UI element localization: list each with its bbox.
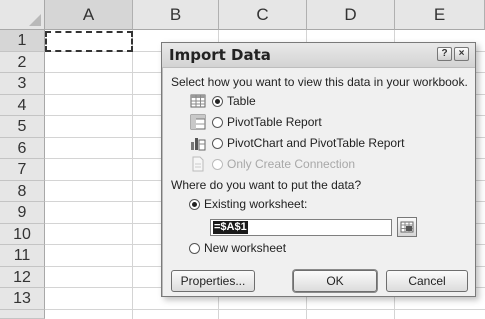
option-existing-worksheet[interactable]: Existing worksheet: xyxy=(189,195,307,213)
radio-new-worksheet[interactable] xyxy=(189,242,200,254)
column-header-b[interactable]: B xyxy=(133,0,219,30)
range-select-icon xyxy=(400,221,414,233)
column-header-d[interactable]: D xyxy=(307,0,395,30)
view-prompt-label: Select how you want to view this data in… xyxy=(171,75,468,89)
radio-pivotchart[interactable] xyxy=(212,137,223,149)
radio-connection-only xyxy=(212,158,223,170)
cancel-button[interactable]: Cancel xyxy=(386,270,468,292)
column-header-c[interactable]: C xyxy=(219,0,307,30)
row-header-9[interactable]: 9 xyxy=(0,202,45,224)
table-icon xyxy=(190,93,206,109)
option-pivottable-label: PivotTable Report xyxy=(227,115,322,129)
gridline-horizontal xyxy=(45,309,485,310)
cell-reference-value: =$A$1 xyxy=(213,221,248,234)
row-header-4[interactable]: 4 xyxy=(0,95,45,116)
close-icon[interactable]: × xyxy=(454,47,469,61)
row-header-13[interactable]: 13 xyxy=(0,288,45,310)
row-header-10[interactable]: 10 xyxy=(0,224,45,245)
row-header-1[interactable]: 1 xyxy=(0,30,45,52)
collapse-dialog-button[interactable] xyxy=(397,217,417,237)
help-icon[interactable]: ? xyxy=(437,47,452,61)
row-header-8[interactable]: 8 xyxy=(0,181,45,202)
row-header-5[interactable]: 5 xyxy=(0,116,45,138)
dialog-title: Import Data xyxy=(169,46,271,64)
option-connection-only: Only Create Connection xyxy=(190,155,355,173)
pivotchart-icon xyxy=(190,135,206,151)
cell-reference-input[interactable]: =$A$1 xyxy=(210,219,392,236)
row-header-6[interactable]: 6 xyxy=(0,138,45,159)
option-connection-only-label: Only Create Connection xyxy=(227,157,356,171)
row-header-3[interactable]: 3 xyxy=(0,73,45,95)
location-prompt-label: Where do you want to put the data? xyxy=(171,178,362,192)
option-new-worksheet[interactable]: New worksheet xyxy=(189,239,286,257)
option-pivotchart-label: PivotChart and PivotTable Report xyxy=(227,136,405,150)
option-table-label: Table xyxy=(227,94,256,108)
option-pivotchart[interactable]: PivotChart and PivotTable Report xyxy=(190,134,404,152)
radio-pivottable[interactable] xyxy=(212,116,223,128)
column-header-a[interactable]: A xyxy=(45,0,133,30)
gridline-vertical xyxy=(132,30,133,319)
row-header-partial xyxy=(0,310,45,319)
row-header-7[interactable]: 7 xyxy=(0,159,45,181)
ok-button[interactable]: OK xyxy=(293,270,377,292)
properties-button[interactable]: Properties... xyxy=(171,270,255,292)
row-header-2[interactable]: 2 xyxy=(0,52,45,73)
connection-icon xyxy=(190,156,206,172)
column-header-e[interactable]: E xyxy=(395,0,485,30)
radio-table[interactable] xyxy=(212,95,223,107)
option-pivottable[interactable]: PivotTable Report xyxy=(190,113,322,131)
select-all-corner[interactable] xyxy=(0,0,45,30)
pivottable-icon xyxy=(190,114,206,130)
option-existing-worksheet-label: Existing worksheet: xyxy=(204,197,308,211)
option-table[interactable]: Table xyxy=(190,92,256,110)
radio-existing-worksheet[interactable] xyxy=(189,198,200,210)
active-cell-a1[interactable] xyxy=(45,31,133,52)
dialog-titlebar[interactable]: Import Data ? × xyxy=(162,43,475,68)
option-new-worksheet-label: New worksheet xyxy=(204,241,287,255)
import-data-dialog: Import Data ? × Select how you want to v… xyxy=(161,42,476,297)
row-header-12[interactable]: 12 xyxy=(0,267,45,288)
row-header-11[interactable]: 11 xyxy=(0,245,45,267)
